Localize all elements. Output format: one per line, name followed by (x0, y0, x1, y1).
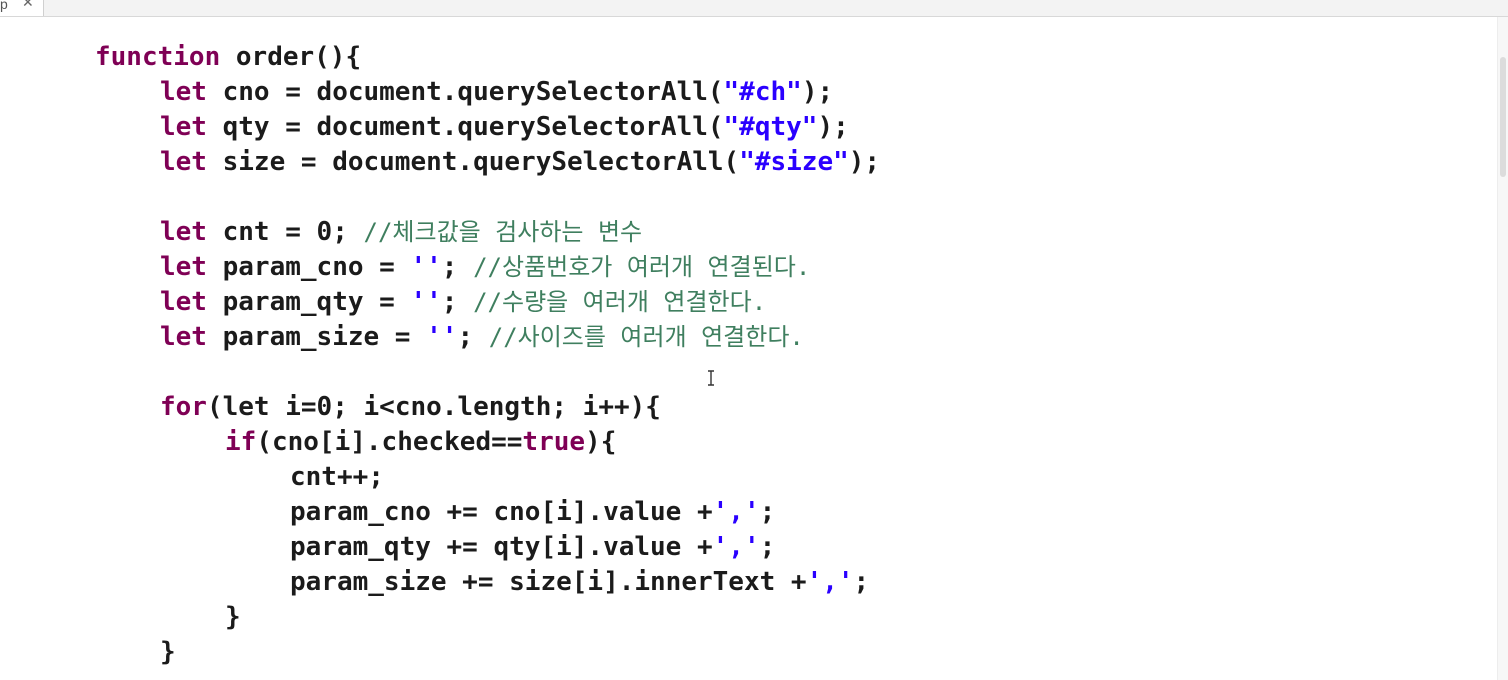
text-cursor-icon (708, 370, 714, 386)
tab-label: p (0, 0, 8, 12)
code-line-3: let qty = document.querySelectorAll("#qt… (160, 110, 849, 145)
string-literal: ',' (712, 497, 760, 527)
code-line-4: let size = document.querySelectorAll("#s… (160, 145, 880, 180)
keyword: true (522, 427, 586, 457)
code-text: order(){ (220, 42, 362, 72)
code-line-14: param_cno += cno[i].value +','; (290, 495, 775, 530)
code-text: ; (853, 567, 870, 597)
vertical-scrollbar[interactable] (1497, 17, 1508, 680)
code-line-6: let cnt = 0; //체크값을 검사하는 변수 (160, 215, 642, 250)
code-text: size = document.querySelectorAll( (206, 147, 740, 177)
code-text: let (222, 392, 270, 422)
code-comment: //상품번호가 여러개 연결된다. (473, 253, 811, 281)
code-text: ; (759, 532, 776, 562)
code-line-11: for(let i=0; i<cno.length; i++){ (160, 390, 661, 425)
code-comment: //체크값을 검사하는 변수 (363, 218, 643, 246)
scrollbar-thumb[interactable] (1500, 57, 1506, 177)
code-text: ; (457, 322, 489, 352)
code-editor[interactable]: function order(){ let cno = document.que… (0, 17, 1496, 680)
editor-tab[interactable]: p ✕ (0, 0, 44, 16)
code-line-1: function order(){ (95, 40, 361, 75)
keyword: let (160, 322, 207, 352)
code-text: ; (441, 252, 474, 282)
code-line-8: let param_qty = ''; //수량을 여러개 연결한다. (160, 285, 766, 320)
code-text: param_qty += qty[i].value + (290, 532, 713, 562)
code-line-7: let param_cno = ''; //상품번호가 여러개 연결된다. (160, 250, 810, 285)
keyword: if (225, 427, 257, 457)
code-text: param_cno = (206, 252, 411, 282)
code-line-15: param_qty += qty[i].value +','; (290, 530, 775, 565)
code-text: ; (759, 497, 776, 527)
string-literal: '' (426, 322, 458, 352)
keyword: let (160, 77, 207, 107)
code-text: cnt = 0; (206, 217, 364, 247)
code-text: qty = document.querySelectorAll( (206, 112, 724, 142)
string-literal: "#qty" (723, 112, 818, 142)
code-text: ( (206, 392, 223, 422)
code-text: ; (441, 287, 474, 317)
code-text: param_size = (206, 322, 427, 352)
code-text: cnt++; (290, 462, 384, 492)
code-line-9: let param_size = ''; //사이즈를 여러개 연결한다. (160, 320, 804, 355)
code-text: param_cno += cno[i].value + (290, 497, 713, 527)
code-text: i=0; i<cno.length; i++){ (269, 392, 661, 422)
keyword: let (160, 147, 207, 177)
code-text: cno = document.querySelectorAll( (206, 77, 724, 107)
code-line-13: cnt++; (290, 460, 384, 495)
code-text: param_qty = (206, 287, 411, 317)
string-literal: ',' (712, 532, 760, 562)
editor-tab-strip: p ✕ (0, 0, 1508, 17)
string-literal: "#ch" (723, 77, 802, 107)
string-literal: ',' (806, 567, 854, 597)
keyword: let (160, 112, 207, 142)
code-line-2: let cno = document.querySelectorAll("#ch… (160, 75, 833, 110)
code-text: param_size += size[i].innerText + (290, 567, 807, 597)
keyword: for (160, 392, 207, 422)
code-text: ); (848, 147, 881, 177)
code-text: } (225, 602, 241, 632)
string-literal: '' (410, 287, 442, 317)
code-text: ); (801, 77, 834, 107)
string-literal: "#size" (739, 147, 849, 177)
close-icon[interactable]: ✕ (22, 0, 34, 11)
string-literal: '' (410, 252, 442, 282)
code-text: ); (817, 112, 849, 142)
code-text: ){ (585, 427, 617, 457)
keyword: let (160, 287, 207, 317)
keyword: let (160, 217, 207, 247)
code-text: } (160, 637, 176, 667)
code-line-12: if(cno[i].checked==true){ (225, 425, 616, 460)
keyword: function (95, 42, 221, 72)
keyword: let (160, 252, 207, 282)
code-line-16: param_size += size[i].innerText +','; (290, 565, 869, 600)
code-line-18: } (160, 635, 176, 670)
code-text: (cno[i].checked== (256, 427, 523, 457)
code-line-17: } (225, 600, 241, 635)
code-comment: //수량을 여러개 연결한다. (473, 288, 767, 316)
code-comment: //사이즈를 여러개 연결한다. (488, 323, 804, 351)
